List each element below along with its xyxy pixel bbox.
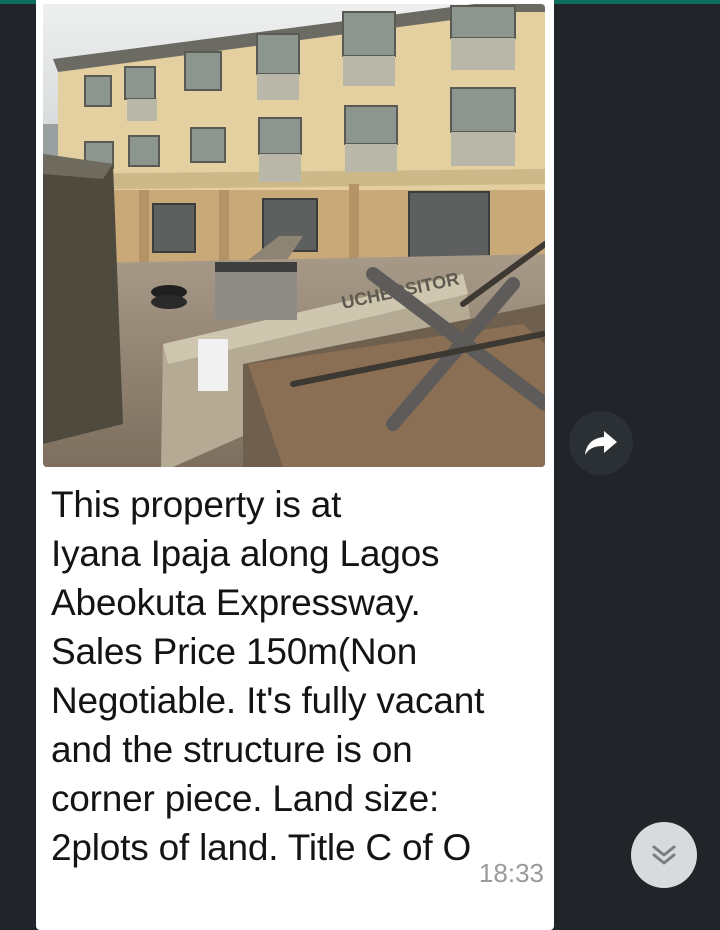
property-photo[interactable]: UCHEOSITOR [43,4,545,467]
message-timestamp: 18:33 [478,858,544,888]
building-photo-icon: UCHEOSITOR [43,4,545,467]
forward-button[interactable] [569,411,633,475]
message-text: This property is at Iyana Ipaja along La… [51,484,485,868]
message-bubble[interactable]: UCHEOSITOR This property is at Iyana Ipa… [36,0,554,930]
share-arrow-icon [585,431,617,455]
scroll-to-bottom-button[interactable] [631,822,697,888]
double-chevron-down-icon [652,845,676,865]
